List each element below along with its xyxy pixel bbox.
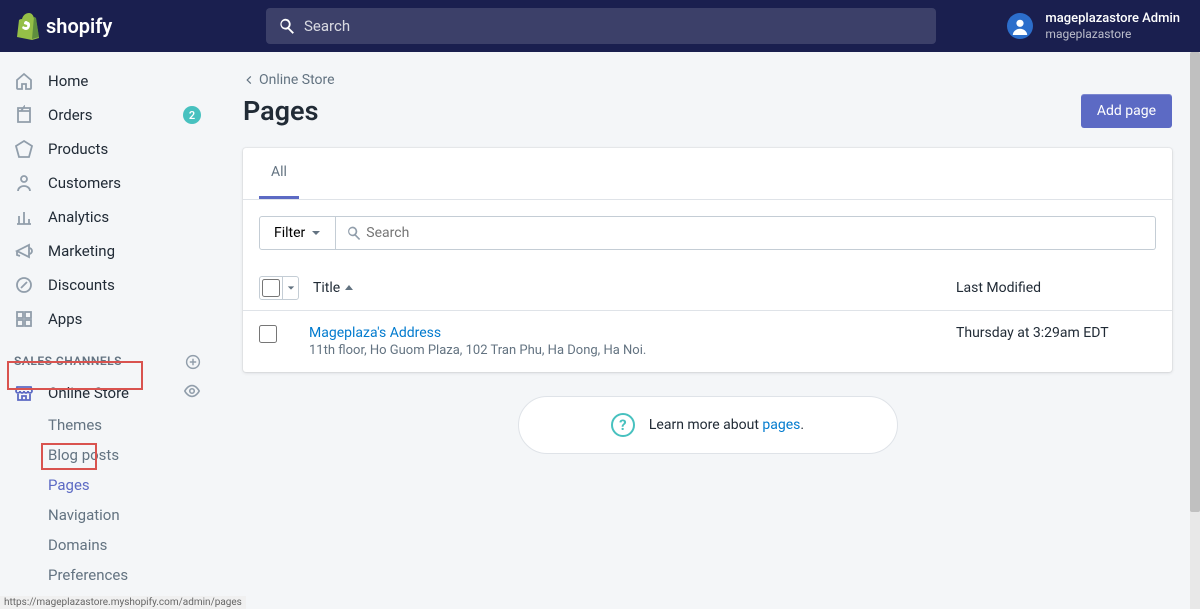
avatar	[1007, 13, 1033, 39]
subnav-pages[interactable]: Pages	[48, 470, 215, 500]
filter-button[interactable]: Filter	[259, 216, 336, 250]
nav-label: Marketing	[48, 242, 115, 260]
subnav-navigation[interactable]: Navigation	[48, 500, 215, 530]
breadcrumb-label: Online Store	[259, 72, 335, 88]
main-content: Online Store Pages Add page All Filter	[215, 52, 1200, 609]
nav-label: Home	[48, 72, 88, 90]
online-store-subnav: Themes Blog posts Pages Navigation Domai…	[0, 410, 215, 590]
breadcrumb[interactable]: Online Store	[243, 72, 1172, 88]
user-menu[interactable]: mageplazastore Admin mageplazastore	[987, 11, 1200, 41]
home-icon	[14, 71, 34, 91]
page-title: Pages	[243, 95, 318, 127]
nav-label: Apps	[48, 310, 82, 328]
analytics-icon	[14, 207, 34, 227]
apps-icon	[14, 309, 34, 329]
tabs: All	[243, 148, 1172, 200]
subnav-blog-posts[interactable]: Blog posts	[48, 440, 215, 470]
nav-discounts[interactable]: Discounts	[0, 268, 215, 302]
add-channel-icon[interactable]	[185, 354, 201, 373]
nav-label: Orders	[48, 106, 93, 124]
nav-online-store[interactable]: Online Store	[0, 376, 215, 410]
logo-text: shopify	[46, 14, 112, 38]
row-subtitle: 11th floor, Ho Guom Plaza, 102 Tran Phu,…	[309, 343, 956, 358]
row-checkbox[interactable]	[259, 325, 277, 343]
subnav-preferences[interactable]: Preferences	[48, 560, 215, 590]
subnav-domains[interactable]: Domains	[48, 530, 215, 560]
learn-more-text: Learn more about pages.	[649, 417, 804, 433]
sales-channels-header: SALES CHANNELS	[0, 336, 215, 376]
customers-icon	[14, 173, 34, 193]
help-icon: ?	[611, 413, 635, 437]
select-all-wrap[interactable]	[259, 276, 299, 300]
person-icon	[1011, 17, 1029, 35]
add-page-button[interactable]: Add page	[1081, 94, 1172, 128]
products-icon	[14, 139, 34, 159]
store-icon	[14, 383, 34, 403]
table-header: Title Last Modified	[243, 266, 1172, 311]
learn-more-link[interactable]: pages	[762, 417, 800, 433]
global-search[interactable]	[266, 8, 936, 44]
nav-label: Products	[48, 140, 108, 158]
table-search-input[interactable]	[362, 217, 1145, 249]
search-icon	[346, 225, 362, 241]
nav-label: Analytics	[48, 208, 109, 226]
nav-apps[interactable]: Apps	[0, 302, 215, 336]
select-all-checkbox[interactable]	[262, 279, 280, 297]
column-title[interactable]: Title	[313, 280, 956, 296]
orders-badge: 2	[183, 106, 201, 124]
nav-products[interactable]: Products	[0, 132, 215, 166]
row-modified: Thursday at 3:29am EDT	[956, 325, 1156, 358]
nav-marketing[interactable]: Marketing	[0, 234, 215, 268]
chevron-left-icon	[243, 74, 255, 86]
learn-more-callout: ? Learn more about pages.	[518, 396, 898, 454]
subnav-themes[interactable]: Themes	[48, 410, 215, 440]
sort-asc-icon	[344, 283, 354, 293]
caret-down-icon	[287, 284, 295, 292]
discounts-icon	[14, 275, 34, 295]
pages-card: All Filter Title	[243, 148, 1172, 372]
nav-customers[interactable]: Customers	[0, 166, 215, 200]
nav-orders[interactable]: Orders 2	[0, 98, 215, 132]
nav-analytics[interactable]: Analytics	[0, 200, 215, 234]
table-search[interactable]	[336, 216, 1156, 250]
row-title-link[interactable]: Mageplaza's Address	[309, 325, 956, 341]
search-icon	[278, 17, 296, 35]
nav-label: Customers	[48, 174, 121, 192]
nav-label: Online Store	[48, 384, 129, 402]
sidebar: Home Orders 2 Products Customers Analyti…	[0, 52, 215, 609]
logo[interactable]: shopify	[0, 12, 258, 40]
marketing-icon	[14, 241, 34, 261]
user-name: mageplazastore Admin	[1045, 11, 1180, 27]
search-input[interactable]	[304, 17, 924, 35]
column-modified[interactable]: Last Modified	[956, 280, 1156, 296]
nav-label: Discounts	[48, 276, 115, 294]
table-row: Mageplaza's Address 11th floor, Ho Guom …	[243, 311, 1172, 372]
top-bar: shopify mageplazastore Admin mageplazast…	[0, 0, 1200, 52]
browser-status-bar: https://mageplazastore.myshopify.com/adm…	[0, 596, 246, 609]
select-dropdown[interactable]	[282, 277, 298, 299]
user-store: mageplazastore	[1045, 27, 1180, 41]
orders-icon	[14, 105, 34, 125]
tab-all[interactable]: All	[259, 148, 299, 199]
caret-down-icon	[311, 228, 321, 238]
shopify-logo-icon	[16, 12, 40, 40]
view-store-icon[interactable]	[183, 382, 201, 404]
user-info: mageplazastore Admin mageplazastore	[1045, 11, 1180, 41]
nav-home[interactable]: Home	[0, 64, 215, 98]
